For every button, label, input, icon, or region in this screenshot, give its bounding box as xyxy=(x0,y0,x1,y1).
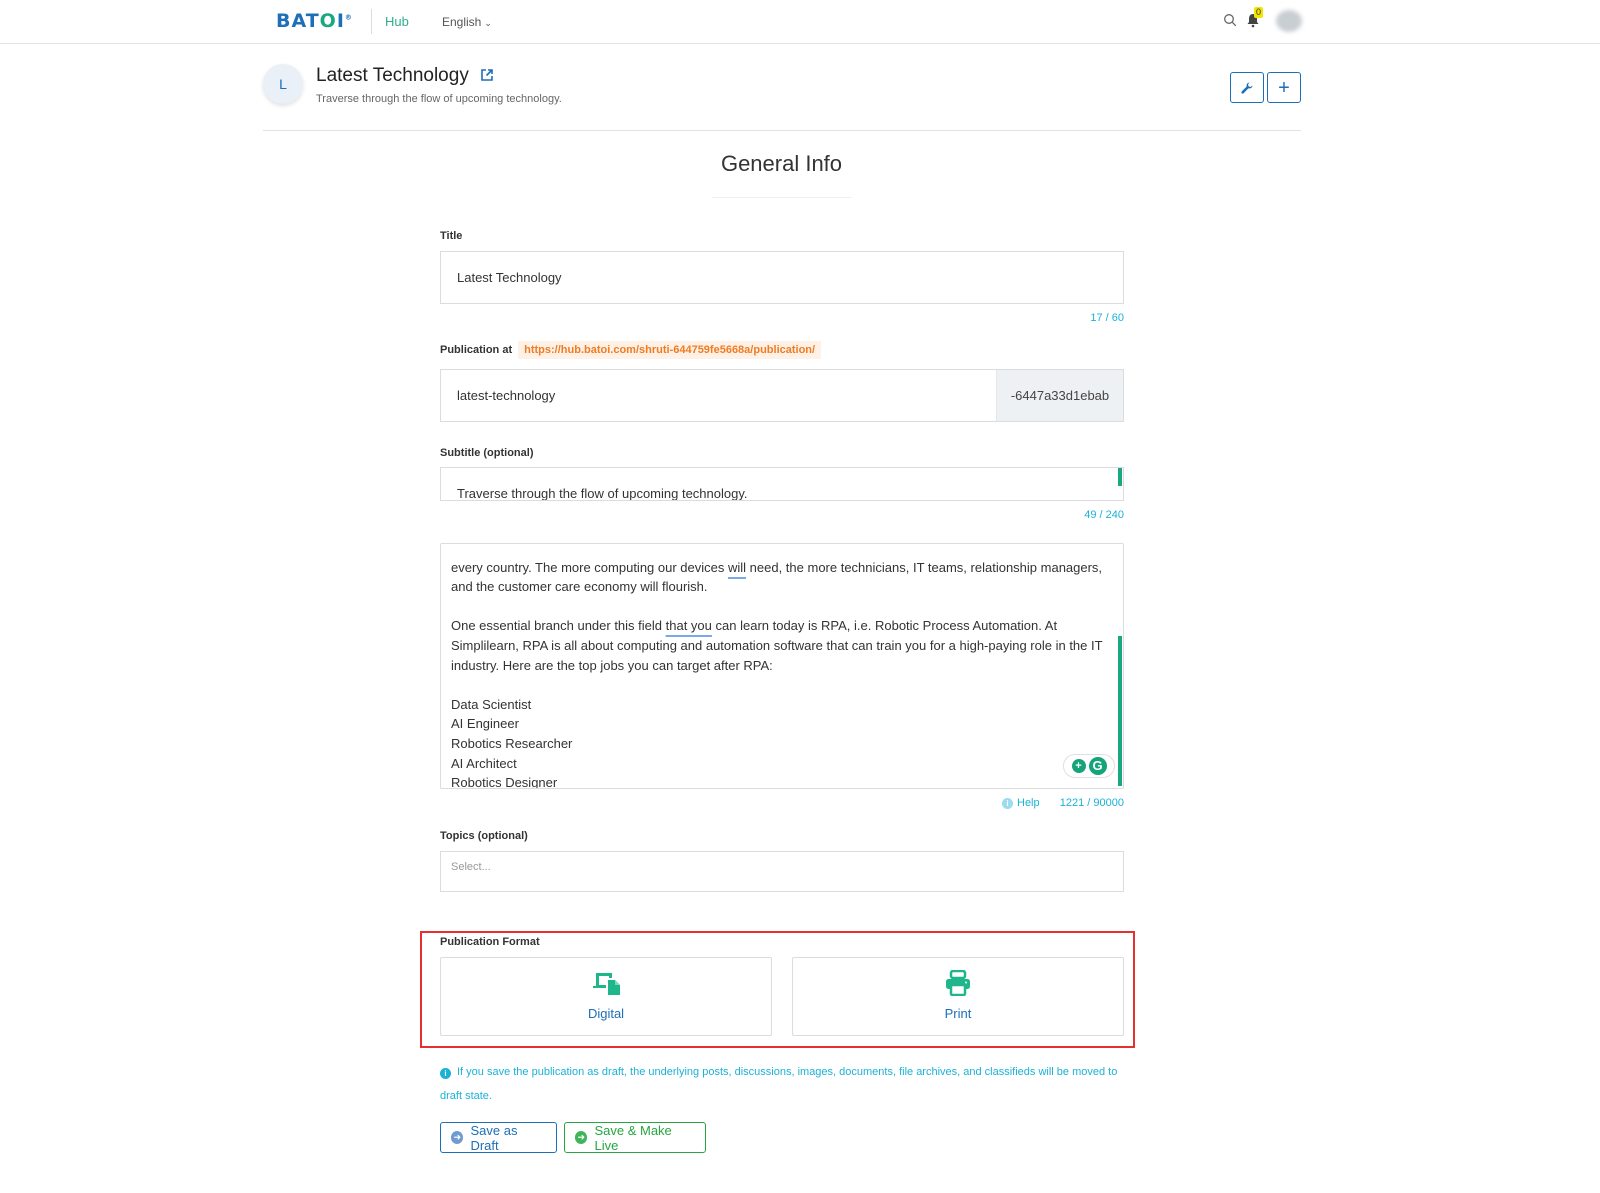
devices-icon xyxy=(593,973,620,995)
publication-title: Latest Technology xyxy=(316,65,494,87)
grammarly-suggestion-icon[interactable]: + xyxy=(1071,759,1086,773)
format-option-digital[interactable]: Digital xyxy=(440,957,772,1036)
publication-avatar: L xyxy=(263,64,303,104)
title-label: Title xyxy=(440,230,463,242)
slug-input[interactable]: latest-technology -6447a33d1ebab xyxy=(440,369,1124,422)
publication-title-text: Latest Technology xyxy=(316,65,469,86)
help-label: Help xyxy=(1017,797,1040,809)
editor-line-text: AI Engineer xyxy=(451,716,519,732)
topics-select[interactable]: Select... xyxy=(440,851,1124,892)
logo-registered: ® xyxy=(344,13,353,22)
info-icon: i xyxy=(440,1068,451,1079)
editor-line: One essential branch under this field th… xyxy=(451,616,1103,636)
save-and-make-live-button[interactable]: ➜ Save & Make Live xyxy=(564,1122,706,1153)
wrench-icon xyxy=(1241,82,1253,94)
editor-line-text: Robotics Researcher xyxy=(451,735,573,751)
logo-i: I xyxy=(336,10,345,32)
editor-line: industry. Here are the top jobs you can … xyxy=(451,656,1103,676)
editor-line-text: AI Architect xyxy=(451,755,517,771)
batoi-logo[interactable]: BATOI® xyxy=(276,10,353,32)
logo-text: BAT xyxy=(276,10,320,32)
draft-info-note: i If you save the publication as draft, t… xyxy=(440,1060,1120,1108)
editor-line xyxy=(451,597,1103,617)
editor-line-text: and the customer care economy will flour… xyxy=(451,579,708,595)
search-icon[interactable] xyxy=(1223,13,1237,27)
header-divider xyxy=(263,130,1301,131)
editor-line-text: Data Scientist xyxy=(451,696,532,712)
subtitle-label: Subtitle (optional) xyxy=(440,447,534,459)
nav-divider xyxy=(371,9,372,34)
grammarly-widget[interactable]: + G xyxy=(1063,754,1115,778)
editor-line-text: industry. Here are the top jobs you can … xyxy=(451,657,773,673)
editor-line: AI Architect xyxy=(451,754,1103,774)
editor-line-text: need, the more technicians, IT teams, re… xyxy=(746,559,1103,575)
draft-info-text: If you save the publication as draft, th… xyxy=(440,1066,1118,1102)
settings-button[interactable] xyxy=(1230,72,1264,103)
title-input-value: Latest Technology xyxy=(457,270,562,285)
subtitle-textarea-value: Traverse through the flow of upcoming te… xyxy=(457,486,748,501)
format-option-print[interactable]: Print xyxy=(792,957,1124,1036)
topics-select-placeholder: Select... xyxy=(451,861,491,873)
publication-subtitle: Traverse through the flow of upcoming te… xyxy=(316,93,562,105)
editor-scrollbar[interactable] xyxy=(1118,636,1122,786)
editor-line: Simplilearn, RPA is all about computing … xyxy=(451,636,1103,656)
subtitle-textarea[interactable]: Traverse through the flow of upcoming te… xyxy=(440,467,1124,501)
editor-line: Robotics Designer xyxy=(451,773,1103,789)
title-input[interactable]: Latest Technology xyxy=(440,251,1124,304)
description-editor-content: every country. The more computing our de… xyxy=(451,544,1103,789)
external-link-icon[interactable] xyxy=(480,68,494,82)
notification-count-badge: 0 xyxy=(1254,7,1264,18)
description-editor[interactable]: every country. The more computing our de… xyxy=(440,543,1124,789)
arrow-right-circle-icon: ➜ xyxy=(451,1131,464,1144)
grammar-suggestion-underline[interactable]: that you xyxy=(666,618,712,633)
nav-hub-link[interactable]: Hub xyxy=(385,14,409,29)
editor-line-text: Robotics Designer xyxy=(451,775,558,789)
publication-url-label: Publication at https://hub.batoi.com/shru… xyxy=(440,341,822,359)
language-label: English xyxy=(442,15,482,29)
plus-icon: + xyxy=(1278,76,1290,99)
editor-line-text: One essential branch under this field xyxy=(451,618,666,634)
topics-label: Topics (optional) xyxy=(440,830,528,842)
help-link[interactable]: i Help xyxy=(1002,797,1040,809)
slug-suffix: -6447a33d1ebab xyxy=(996,370,1123,421)
editor-line: every country. The more computing our de… xyxy=(451,558,1103,578)
editor-line xyxy=(451,675,1103,695)
editor-line: Robotics Researcher xyxy=(451,734,1103,754)
editor-line: AI Engineer xyxy=(451,714,1103,734)
editor-line: and the customer care economy will flour… xyxy=(451,577,1103,597)
publication-url[interactable]: https://hub.batoi.com/shruti-644759fe566… xyxy=(518,341,822,359)
editor-line: Data Scientist xyxy=(451,695,1103,715)
editor-line-text: Simplilearn, RPA is all about computing … xyxy=(451,637,1103,653)
language-selector[interactable]: English ⌄ xyxy=(442,15,492,29)
save-as-draft-button[interactable]: ➜ Save as Draft xyxy=(440,1122,557,1153)
editor-line-text: every country. The more computing our de… xyxy=(451,559,728,575)
editor-clipped-line xyxy=(451,544,1103,558)
format-option-label: Print xyxy=(944,1006,972,1021)
description-char-counter: 1221 / 90000 xyxy=(1059,797,1124,809)
arrow-right-circle-icon: ➜ xyxy=(575,1131,588,1144)
title-char-counter: 17 / 60 xyxy=(1090,312,1124,324)
grammarly-logo-icon[interactable]: G xyxy=(1088,757,1107,775)
grammar-suggestion-underline[interactable]: will xyxy=(728,560,746,575)
publication-format-label: Publication Format xyxy=(440,936,540,948)
printer-icon xyxy=(946,970,970,996)
slug-input-value: latest-technology xyxy=(457,388,556,403)
save-as-draft-label: Save as Draft xyxy=(470,1122,518,1153)
format-option-label: Digital xyxy=(587,1006,625,1021)
top-navbar: BATOI® Hub English ⌄ 0 xyxy=(0,0,1600,44)
editor-line-text: can learn today is RPA, i.e. Robotic Pro… xyxy=(711,618,1058,634)
section-title-underline xyxy=(712,197,852,198)
user-avatar[interactable] xyxy=(1276,10,1302,32)
add-button[interactable]: + xyxy=(1267,72,1301,103)
logo-o: O xyxy=(319,10,337,32)
info-icon: i xyxy=(1002,797,1013,809)
subtitle-scrollbar[interactable] xyxy=(1118,468,1122,486)
section-title: General Info xyxy=(720,151,843,176)
chevron-down-icon: ⌄ xyxy=(484,18,492,28)
publication-at-text: Publication at xyxy=(440,344,513,356)
subtitle-char-counter: 49 / 240 xyxy=(1084,509,1124,521)
save-and-make-live-label: Save & Make Live xyxy=(594,1122,672,1153)
